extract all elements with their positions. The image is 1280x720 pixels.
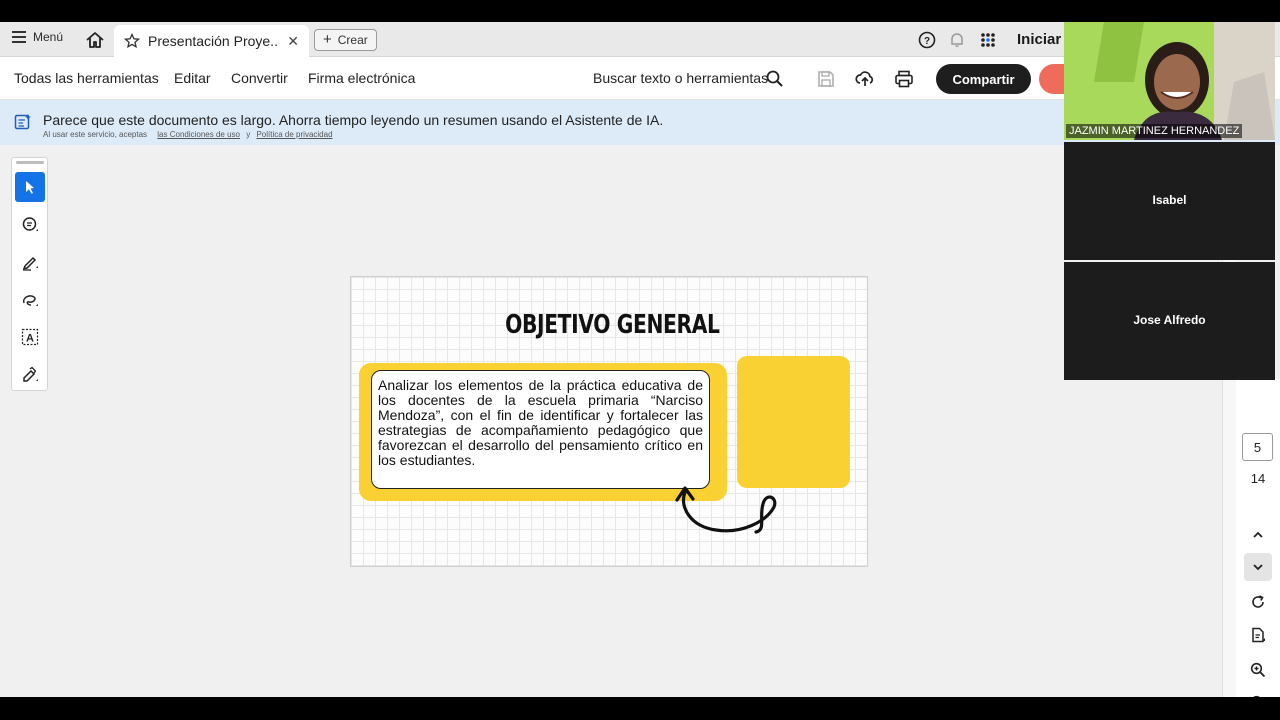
upload-cloud-icon[interactable]: [855, 69, 875, 89]
apps-grid-icon[interactable]: [979, 31, 997, 49]
help-icon[interactable]: ?: [918, 31, 936, 49]
rotate-button[interactable]: [1244, 588, 1272, 616]
participant-tile: Jose Alfredo: [1064, 262, 1275, 380]
save-icon[interactable]: [816, 69, 836, 89]
participant-name: Isabel: [1152, 193, 1187, 207]
participant-name-tag: JAZMIN MARTINEZ HERNANDEZ: [1066, 124, 1243, 138]
panel-grip[interactable]: [16, 161, 44, 164]
document-tab[interactable]: Presentación Proye... ✕: [114, 25, 309, 57]
print-icon[interactable]: [894, 69, 914, 89]
objective-text: Analizar los elementos de la práctica ed…: [371, 370, 710, 489]
svg-text:A: A: [26, 333, 34, 345]
cursor-icon: [26, 181, 34, 194]
text-tool[interactable]: A: [15, 322, 45, 352]
all-tools-menu[interactable]: Todas las herramientas: [14, 70, 159, 86]
home-icon[interactable]: [85, 30, 105, 50]
quick-tools-panel: A: [11, 157, 48, 391]
menu-button[interactable]: Menú: [12, 30, 63, 44]
current-page-input[interactable]: 5: [1242, 433, 1273, 461]
yellow-square-shape: [737, 356, 850, 488]
curly-arrow-icon: [675, 486, 777, 534]
slide-title: OBJETIVO GENERAL: [505, 310, 720, 340]
terms-link[interactable]: las Condiciones de uso: [157, 130, 240, 139]
next-page-button[interactable]: [1244, 553, 1272, 581]
rotate-icon: [1252, 595, 1264, 608]
acrobat-window: Menú Presentación Proye... ✕ + Crear ? I…: [0, 22, 1280, 697]
chevron-down-icon: [1253, 564, 1263, 571]
participant-name: Jose Alfredo: [1133, 313, 1206, 327]
page-navigation-panel: 5 14: [1236, 379, 1280, 697]
tab-title: Presentación Proye...: [148, 33, 280, 49]
create-label: Crear: [337, 33, 368, 47]
legal-and: y: [246, 130, 251, 139]
total-pages: 14: [1250, 471, 1266, 486]
sign-tool[interactable]: [15, 360, 45, 390]
zoom-out-button[interactable]: [1244, 689, 1272, 697]
fill-sign-icon: [23, 366, 38, 382]
banner-legal-text: Al usar este servicio, aceptas las Condi…: [43, 130, 333, 139]
legal-prefix: Al usar este servicio, aceptas: [43, 130, 148, 139]
hamburger-icon: [12, 31, 26, 43]
plus-icon: +: [323, 31, 332, 48]
text-box-icon: A: [21, 328, 39, 346]
share-button[interactable]: Compartir: [936, 64, 1031, 94]
star-icon[interactable]: [124, 33, 140, 49]
previous-page-button[interactable]: [1244, 521, 1272, 549]
document-canvas[interactable]: OBJETIVO GENERAL Analizar los elementos …: [0, 145, 1222, 697]
pdf-page: OBJETIVO GENERAL Analizar los elementos …: [350, 276, 868, 567]
search-icon[interactable]: [765, 69, 785, 89]
pen-icon: [22, 256, 38, 271]
zoom-in-icon: [1250, 662, 1266, 678]
esign-menu[interactable]: Firma electrónica: [308, 70, 415, 86]
comment-tool[interactable]: [15, 210, 45, 240]
create-button[interactable]: + Crear: [314, 29, 377, 51]
privacy-link[interactable]: Política de privacidad: [256, 130, 332, 139]
participant-video-tile: JAZMIN MARTINEZ HERNANDEZ: [1064, 22, 1275, 140]
highlight-tool[interactable]: [15, 247, 45, 277]
zoom-out-icon: [1253, 695, 1260, 697]
page-settings-button[interactable]: [1244, 621, 1272, 649]
signin-button[interactable]: Iniciar: [1017, 31, 1061, 48]
participant-video-feed: [1064, 22, 1275, 140]
freehand-icon: [22, 295, 38, 306]
convert-menu[interactable]: Convertir: [231, 70, 288, 86]
document-icon: [1252, 627, 1265, 643]
menu-label: Menú: [33, 30, 64, 44]
edit-menu[interactable]: Editar: [174, 70, 211, 86]
draw-tool[interactable]: [15, 285, 45, 315]
banner-message: Parece que este documento es largo. Ahor…: [43, 112, 664, 128]
bell-icon[interactable]: [948, 31, 966, 49]
participant-tile: Isabel: [1064, 142, 1275, 260]
comment-icon: [22, 217, 38, 231]
select-tool[interactable]: [15, 172, 45, 202]
close-tab-icon[interactable]: ✕: [287, 33, 299, 50]
search-tools-button[interactable]: Buscar texto o herramientas: [593, 70, 768, 86]
zoom-in-button[interactable]: [1244, 656, 1272, 684]
ai-summary-icon: [14, 114, 31, 130]
svg-text:?: ?: [924, 36, 930, 47]
chevron-up-icon: [1253, 531, 1263, 538]
